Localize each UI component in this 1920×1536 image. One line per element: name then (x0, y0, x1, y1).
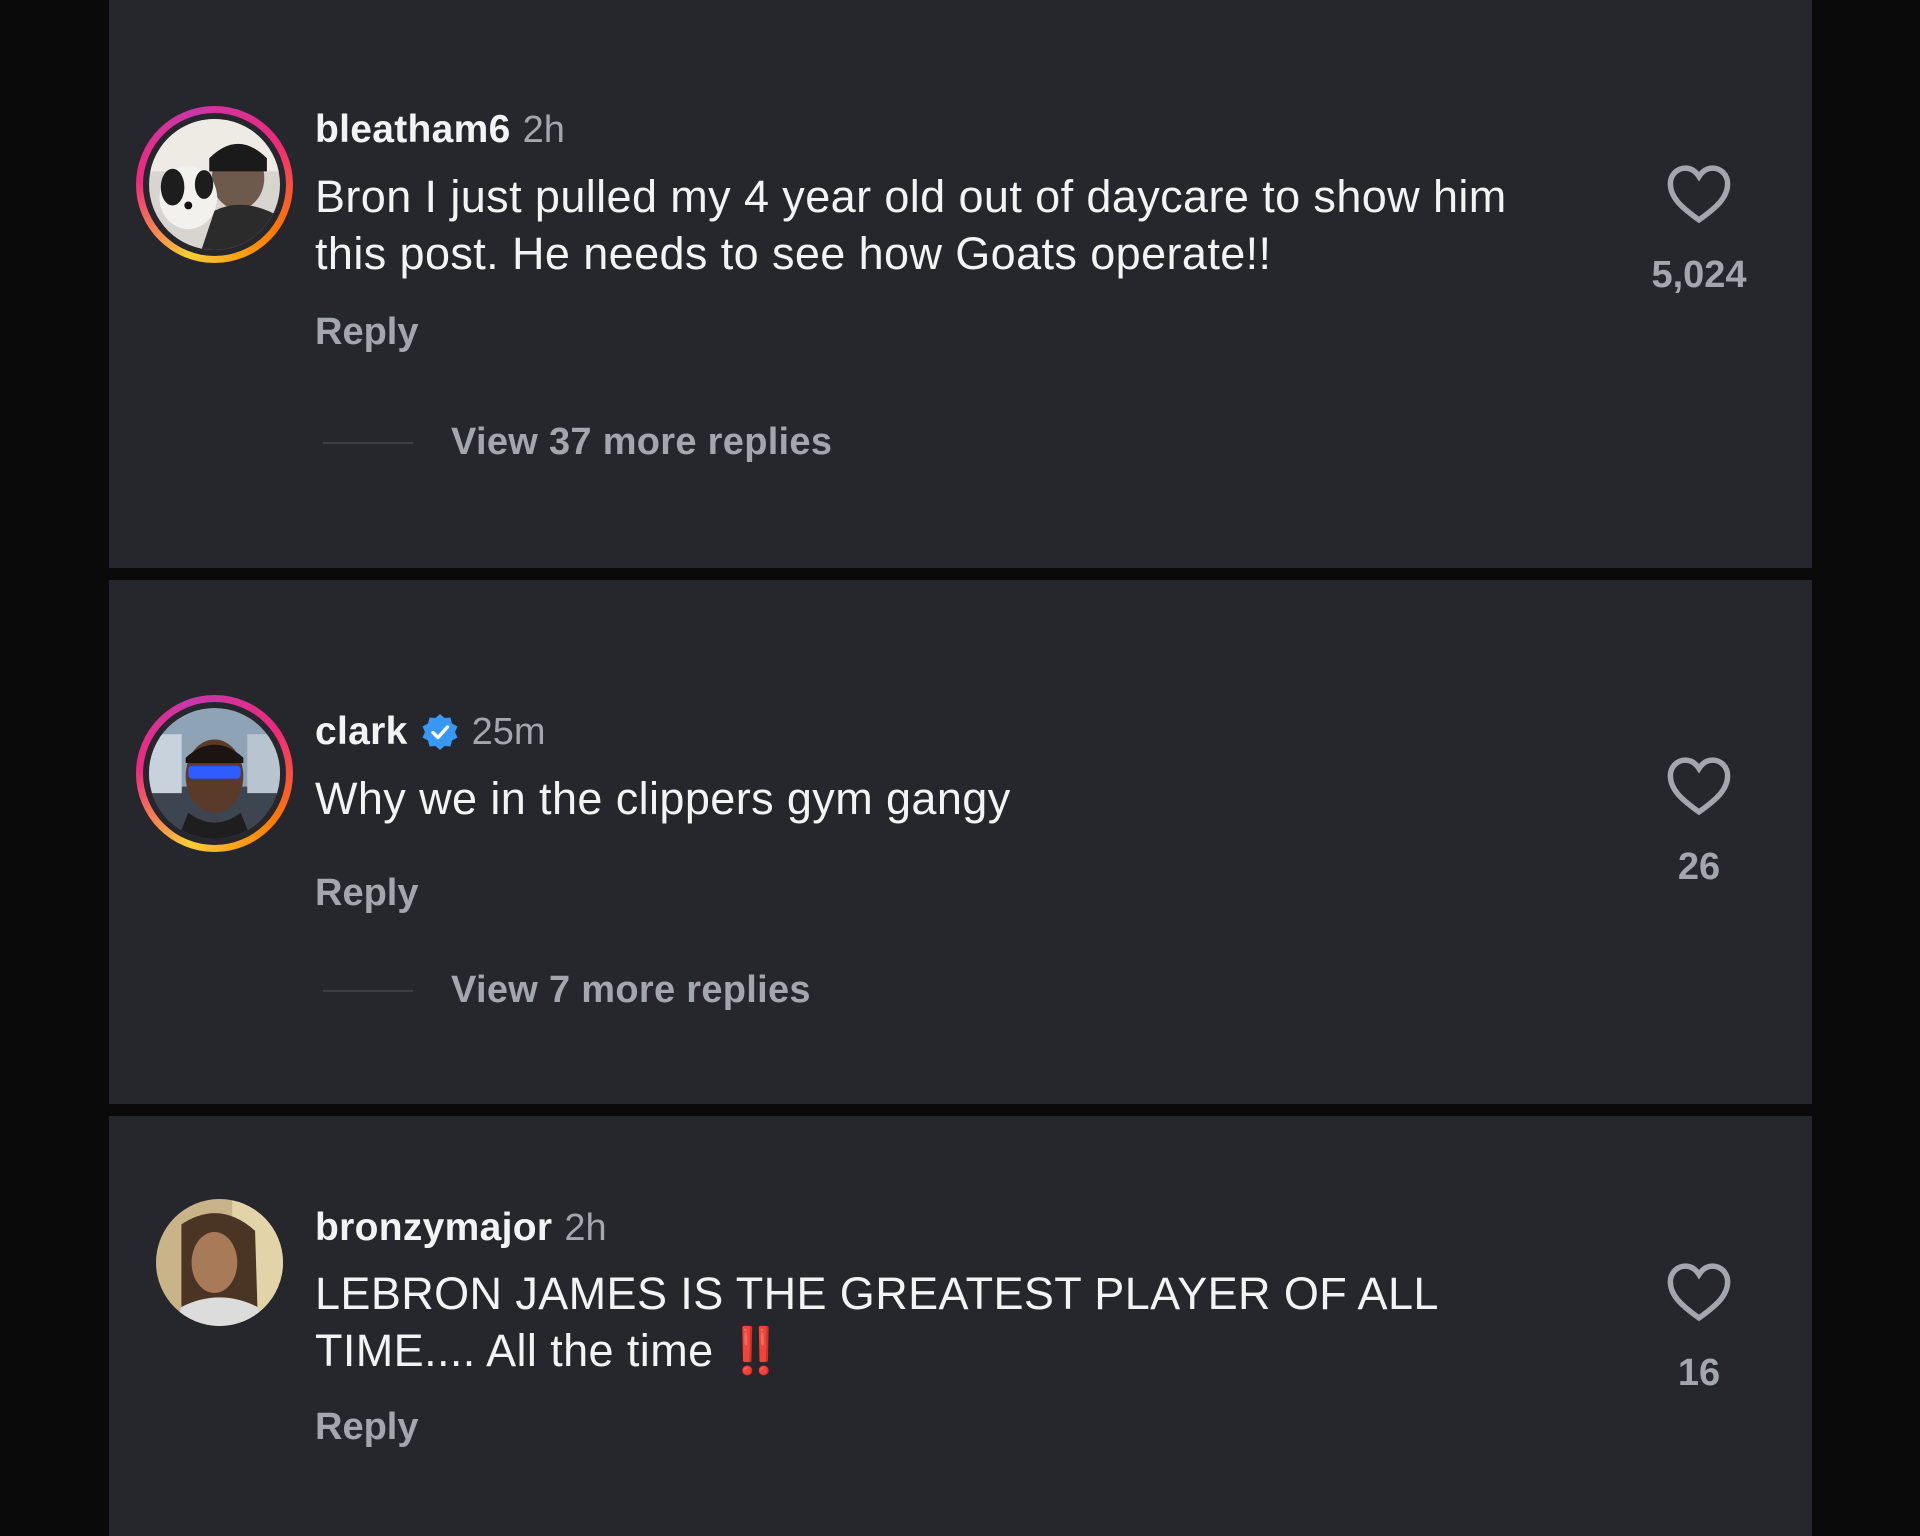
comment-meta: bleatham6 2h (315, 108, 565, 152)
comment-card: bleatham6 2h Bron I just pulled my 4 yea… (109, 0, 1812, 568)
timestamp: 2h (564, 1206, 607, 1249)
like-control[interactable]: 26 (1629, 756, 1769, 889)
username[interactable]: bleatham6 (315, 108, 511, 152)
reply-button[interactable]: Reply (315, 311, 418, 354)
heart-outline-icon[interactable] (1666, 164, 1732, 224)
like-count: 16 (1677, 1352, 1721, 1394)
like-control[interactable]: 5,024 (1629, 164, 1769, 297)
username[interactable]: clark (315, 710, 408, 754)
view-more-replies[interactable]: View 37 more replies (323, 421, 832, 464)
like-count: 26 (1677, 846, 1721, 888)
reply-button[interactable]: Reply (315, 1406, 418, 1449)
avatar[interactable] (156, 1199, 283, 1326)
verified-badge-icon (422, 714, 458, 750)
heart-outline-icon[interactable] (1666, 756, 1732, 816)
comment-meta: clark 25m (315, 710, 546, 754)
comment-card: clark 25m Why we in the clippers gym gan… (109, 580, 1812, 1104)
username[interactable]: bronzymajor (315, 1206, 552, 1250)
view-more-label: View 37 more replies (451, 421, 833, 463)
comment-text-body: LEBRON JAMES IS THE GREATEST PLAYER OF A… (315, 1268, 1438, 1376)
reply-button[interactable]: Reply (315, 872, 418, 915)
timestamp: 25m (471, 710, 546, 753)
divider-line (323, 989, 413, 992)
story-ring[interactable] (136, 695, 293, 852)
avatar (149, 708, 280, 839)
comment-text: Why we in the clippers gym gangy (315, 773, 1011, 824)
like-control[interactable]: 16 (1629, 1262, 1769, 1395)
timestamp: 2h (522, 108, 565, 151)
avatar (149, 119, 280, 250)
comment-meta: bronzymajor 2h (315, 1206, 607, 1250)
comment-card: bronzymajor 2h LEBRON JAMES IS THE GREAT… (109, 1116, 1812, 1536)
comments-screen: bleatham6 2h Bron I just pulled my 4 yea… (0, 0, 1920, 1536)
divider-line (323, 441, 413, 444)
double-exclamation-emoji: ‼️ (727, 1325, 784, 1376)
view-more-label: View 7 more replies (451, 969, 811, 1011)
comment-text: LEBRON JAMES IS THE GREATEST PLAYER OF A… (315, 1265, 1575, 1379)
heart-outline-icon[interactable] (1666, 1262, 1732, 1322)
story-ring[interactable] (136, 106, 293, 263)
view-more-replies[interactable]: View 7 more replies (323, 969, 811, 1012)
comment-text: Bron I just pulled my 4 year old out of … (315, 171, 1507, 279)
like-count: 5,024 (1651, 254, 1747, 296)
